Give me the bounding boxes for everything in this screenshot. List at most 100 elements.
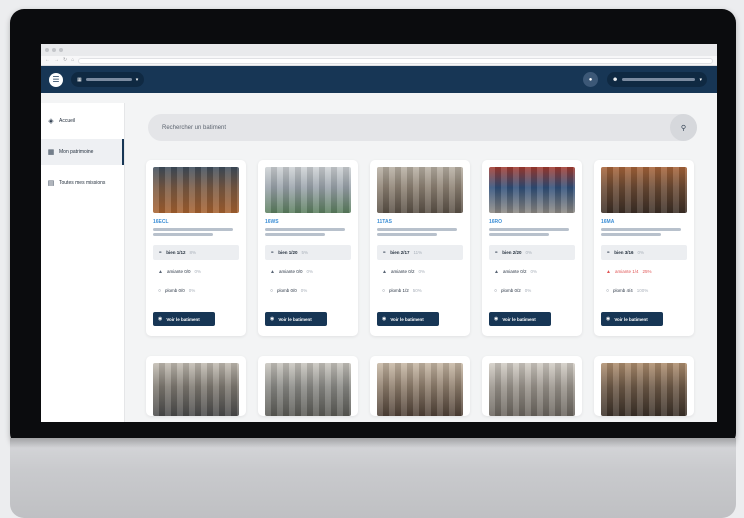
stat-percent: 0% [525, 250, 532, 255]
sidebar-item-toutes-mes-missions[interactable]: ▤ Toutes mes missions [41, 170, 124, 196]
stat-percent: 5% [301, 250, 308, 255]
bell-icon[interactable]: ● [583, 72, 598, 87]
view-building-button[interactable]: ◉ Voir le batiment [265, 312, 327, 326]
list-icon: ▤ [47, 180, 55, 187]
building-stat: ○ plomb 0/0 0% [153, 283, 239, 298]
building-card[interactable] [482, 356, 582, 416]
building-facade [601, 363, 687, 416]
stat-label: plomb 4/4 [613, 288, 633, 293]
building-facade [377, 363, 463, 416]
eye-icon: ◉ [606, 316, 611, 322]
window-minimize-dot[interactable] [52, 48, 56, 52]
window-close-dot[interactable] [45, 48, 49, 52]
sidebar-item-accueil[interactable]: ◈ Accueil [41, 108, 124, 134]
building-card[interactable]: 16RO ⚭ bien 2/20 0% ▲ amiante 0/2 0% ○ plomb 0/2… [482, 160, 582, 336]
reload-icon[interactable]: ↻ [63, 58, 67, 63]
building-card[interactable]: 16ECL ⚭ bien 1/12 8% ▲ amiante 0/0 0% ○ plomb 0/… [146, 160, 246, 336]
building-ref[interactable]: 16RO [489, 219, 575, 225]
building-card[interactable] [146, 356, 246, 416]
building-facade [265, 167, 351, 213]
view-building-label: Voir le batiment [614, 316, 648, 322]
monitor-shadow [10, 438, 736, 448]
search-input[interactable]: Rechercher un batiment ⚲ [148, 114, 697, 141]
building-card[interactable]: 16WS ⚭ bien 1/20 5% ▲ amiante 0/0 0% ○ plomb 0/0… [258, 160, 358, 336]
view-building-button[interactable]: ◉ Voir le batiment [153, 312, 215, 326]
eye-icon: ◉ [382, 316, 387, 322]
building-photo [153, 363, 239, 416]
account-email-redacted [622, 78, 696, 81]
stat-percent: 0% [530, 269, 537, 274]
building-card[interactable] [370, 356, 470, 416]
building-stat: ○ plomb 4/4 100% [601, 283, 687, 298]
browser-titlebar [41, 44, 717, 56]
sidebar-item-label: Toutes mes missions [59, 180, 106, 186]
stat-percent: 11% [413, 250, 423, 255]
building-facade [601, 167, 687, 213]
stat-label: amiante 1/4 [614, 269, 639, 274]
eye-icon: ◉ [270, 316, 275, 322]
building-stat: ⚭ bien 3/16 0% [601, 245, 687, 260]
building-ref[interactable]: 16MA [601, 219, 687, 225]
stat-percent: 0% [306, 269, 313, 274]
monitor-chin [10, 438, 736, 518]
app-header: ☰ ▦ ▾ ● ☻ ▾ [41, 66, 717, 93]
building-photo [601, 363, 687, 416]
building-stat: ⚭ bien 2/17 11% [377, 245, 463, 260]
building-card[interactable]: 16MA ⚭ bien 3/16 0% ▲ amiante 1/4 25% ○ plomb 4/… [594, 160, 694, 336]
building-stat: ▲ amiante 1/4 25% [601, 264, 687, 279]
building-icon: ▦ [77, 76, 82, 83]
building-facade [489, 363, 575, 416]
stat-percent: 100% [636, 288, 649, 293]
menu-icon[interactable]: ☰ [49, 72, 63, 87]
stat-label: bien 1/20 [278, 250, 298, 255]
agency-name-redacted [85, 78, 132, 81]
building-stat: ○ plomb 0/2 0% [489, 283, 575, 298]
building-address-redacted [265, 233, 325, 236]
view-building-button[interactable]: ◉ Voir le batiment [489, 312, 551, 326]
stat-label: plomb 0/2 [501, 288, 521, 293]
sidebar: ◈ Accueil ▦ Mon patrimoine ▤ Toutes mes … [41, 103, 125, 422]
back-icon[interactable]: ← [45, 58, 50, 63]
stat-label: plomb 0/0 [165, 288, 185, 293]
sidebar-item-label: Mon patrimoine [59, 149, 94, 155]
stat-label: amiante 0/0 [278, 269, 303, 274]
building-card[interactable] [258, 356, 358, 416]
building-card[interactable] [594, 356, 694, 416]
building-address-redacted [489, 228, 569, 231]
building-photo [489, 363, 575, 416]
view-building-button[interactable]: ◉ Voir le batiment [377, 312, 439, 326]
compass-icon: ◈ [48, 118, 54, 125]
search-icon[interactable]: ⚲ [670, 114, 697, 141]
home-icon[interactable]: ⌂ [71, 58, 74, 63]
building-stat: ○ plomb 1/2 50% [377, 283, 463, 298]
window-maximize-dot[interactable] [59, 48, 63, 52]
warning-icon: ▲ [382, 268, 387, 275]
stat-percent: 25% [642, 269, 652, 274]
building-stat: ⚭ bien 1/12 8% [153, 245, 239, 260]
view-building-button[interactable]: ◉ Voir le batiment [601, 312, 663, 326]
building-stat: ▲ amiante 0/0 0% [153, 264, 239, 279]
account-menu[interactable]: ☻ ▾ [607, 72, 707, 87]
building-facade [489, 167, 575, 213]
building-card[interactable]: 11TAS ⚭ bien 2/17 11% ▲ amiante 0/2 0% ○ plomb 1… [370, 160, 470, 336]
link-icon: ⚭ [606, 249, 611, 256]
building-address-redacted [153, 233, 213, 236]
building-stat: ⚭ bien 1/20 5% [265, 245, 351, 260]
search-placeholder: Rechercher un batiment [162, 124, 227, 131]
view-building-label: Voir le batiment [278, 316, 312, 322]
address-bar[interactable] [78, 57, 713, 64]
building-ref[interactable]: 16ECL [153, 219, 239, 225]
stat-label: amiante 0/2 [390, 269, 415, 274]
building-photo [265, 167, 351, 213]
building-stat: ○ plomb 0/0 0% [265, 283, 351, 298]
forward-icon[interactable]: → [54, 58, 59, 63]
building-ref[interactable]: 16WS [265, 219, 351, 225]
building-ref[interactable]: 11TAS [377, 219, 463, 225]
building-address-redacted [377, 233, 437, 236]
stat-label: bien 2/20 [502, 250, 522, 255]
agency-selector[interactable]: ▦ ▾ [71, 72, 145, 87]
link-icon: ⚭ [270, 249, 275, 256]
stat-label: bien 2/17 [390, 250, 410, 255]
sidebar-item-mon-patrimoine[interactable]: ▦ Mon patrimoine [41, 139, 124, 165]
link-icon: ⚭ [382, 249, 387, 256]
